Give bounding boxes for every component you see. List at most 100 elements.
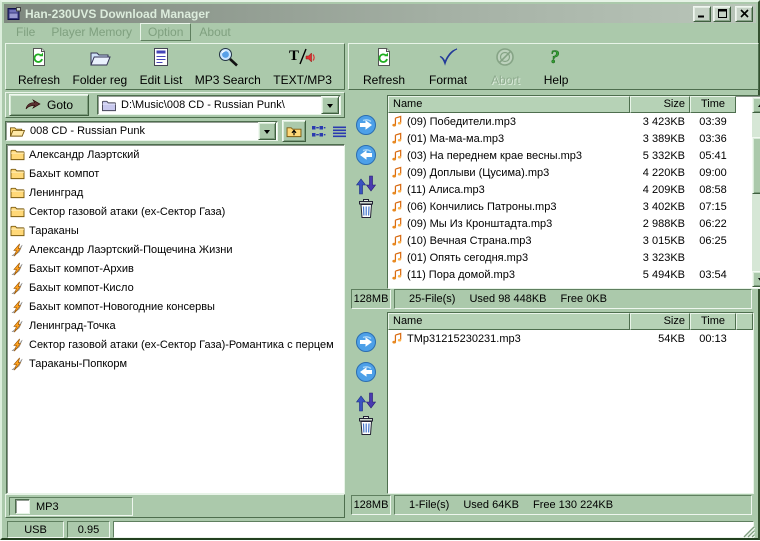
goto-icon: [25, 99, 41, 111]
column-name[interactable]: Name: [388, 313, 630, 330]
scrollbar[interactable]: [752, 97, 760, 287]
file-name: (11) Алиса.mp3: [407, 184, 485, 196]
column-size[interactable]: Size: [630, 96, 690, 113]
copy-from-device-button[interactable]: [351, 361, 381, 383]
scroll-thumb[interactable]: [752, 137, 760, 194]
column-time[interactable]: Time: [690, 96, 736, 113]
text-mp3-button[interactable]: T TEXT/MP3: [271, 45, 334, 88]
playlist-icon: [9, 319, 25, 333]
app-icon: [7, 7, 21, 21]
list-item[interactable]: Александр Лаэртский: [7, 145, 344, 164]
item-label: Бахыт компот-Архив: [29, 263, 134, 275]
table-row[interactable]: (10) Вечная Страна.mp33 015KB06:25: [388, 232, 753, 249]
table-row[interactable]: (11) Алиса.mp34 209KB08:58: [388, 181, 753, 198]
device-file-list-top[interactable]: Name Size Time (09) Победители.mp33 423K…: [387, 95, 760, 289]
delete-button[interactable]: [351, 415, 381, 436]
trash-icon: [357, 198, 375, 219]
column-name[interactable]: Name: [388, 96, 630, 113]
folder-dropdown-button[interactable]: [258, 122, 276, 140]
device-refresh-button[interactable]: Refresh: [361, 45, 407, 88]
file-name: (03) На переднем крае весны.mp3: [407, 150, 582, 162]
folder-icon: [9, 148, 25, 161]
table-row[interactable]: (01) Ма-ма-ма.mp33 389KB03:36: [388, 130, 753, 147]
move-up-down-buttons[interactable]: [351, 175, 381, 195]
close-button[interactable]: [735, 6, 753, 22]
scroll-down-button[interactable]: [752, 271, 760, 287]
close-icon: [740, 9, 749, 18]
copy-to-device-button[interactable]: [351, 331, 381, 353]
mp3-note-icon: [390, 268, 404, 282]
table-row[interactable]: (09) Победители.mp33 423KB03:39: [388, 113, 753, 130]
version-field: 0.95: [67, 521, 110, 538]
menu-player-memory[interactable]: Player Memory: [43, 23, 140, 41]
table-row[interactable]: (01) Опять сегодня.mp33 323KB: [388, 249, 753, 266]
list-item[interactable]: Сектор газовой атаки (ex-Сектор Газа)-Ро…: [7, 335, 344, 354]
mp3-search-button[interactable]: MP3 Search: [193, 45, 263, 88]
view-details-button[interactable]: [331, 122, 348, 140]
folder-combobox[interactable]: 008 CD - Russian Punk: [5, 121, 278, 141]
table-row[interactable]: (11) Пора домой.mp35 494KB03:54: [388, 266, 753, 283]
table-row[interactable]: (09) Мы Из Кронштадта.mp32 988KB06:22: [388, 215, 753, 232]
goto-button[interactable]: Goto: [9, 94, 89, 116]
table-row[interactable]: (09) Доплыви (Цусима).mp34 220KB09:00: [388, 164, 753, 181]
view-list-icon: [311, 125, 326, 138]
menu-option[interactable]: Option: [140, 23, 191, 41]
file-size-cell: 5 494KB: [630, 269, 690, 281]
mp3-checkbox[interactable]: [15, 499, 30, 514]
copy-to-device-button[interactable]: [351, 114, 381, 136]
file-name-cell: (10) Вечная Страна.mp3: [388, 234, 630, 248]
device-type-field: USB: [7, 521, 64, 538]
window-title: Han-230UVS Download Manager: [25, 7, 691, 21]
file-time-cell: 00:13: [690, 333, 736, 345]
help-button[interactable]: ? Help: [542, 45, 571, 88]
abort-button: Abort: [489, 45, 522, 88]
menu-file[interactable]: File: [8, 23, 43, 41]
column-size[interactable]: Size: [630, 313, 690, 330]
file-name: (09) Мы Из Кронштадта.mp3: [407, 218, 552, 230]
move-up-down-buttons[interactable]: [351, 392, 381, 412]
list-item[interactable]: Бахыт компот-Новогодние консервы: [7, 297, 344, 316]
list-item[interactable]: Ленинград-Точка: [7, 316, 344, 335]
minimize-button[interactable]: [693, 6, 711, 22]
list-item[interactable]: Бахыт компот-Кисло: [7, 278, 344, 297]
delete-button[interactable]: [351, 198, 381, 219]
path-dropdown-button[interactable]: [321, 96, 339, 114]
scroll-up-button[interactable]: [752, 97, 760, 113]
path-combobox[interactable]: D:\Music\008 CD - Russian Punk\: [97, 95, 341, 115]
playlist-icon: [9, 300, 25, 314]
table-row[interactable]: TMp31215230231.mp354KB00:13: [388, 330, 753, 347]
copy-from-device-button[interactable]: [351, 144, 381, 166]
playlist-icon: [9, 243, 25, 257]
refresh-button[interactable]: Refresh: [16, 45, 62, 88]
list-item[interactable]: Тараканы-Попкорм: [7, 354, 344, 373]
list-item[interactable]: Ленинград: [7, 183, 344, 202]
search-icon: [217, 46, 239, 67]
open-folder-icon: [9, 125, 26, 138]
toolbar-local: Refresh Folder reg Edit List MP3 Search …: [5, 43, 345, 90]
file-name-cell: (09) Доплыви (Цусима).mp3: [388, 166, 630, 180]
titlebar[interactable]: Han-230UVS Download Manager: [4, 4, 756, 23]
list-item[interactable]: Сектор газовой атаки (ex-Сектор Газа): [7, 202, 344, 221]
list-header: Name Size Time: [388, 313, 753, 330]
format-button[interactable]: Format: [427, 45, 469, 88]
maximize-button[interactable]: [713, 6, 731, 22]
file-size-cell: 3 389KB: [630, 133, 690, 145]
list-item[interactable]: Бахыт компот-Архив: [7, 259, 344, 278]
resize-grip[interactable]: [741, 524, 755, 538]
view-list-button[interactable]: [310, 122, 327, 140]
up-directory-button[interactable]: [282, 120, 306, 142]
table-row[interactable]: (03) На переднем крае весны.mp35 332KB05…: [388, 147, 753, 164]
list-item[interactable]: Тараканы: [7, 221, 344, 240]
folder-reg-button[interactable]: Folder reg: [70, 45, 129, 88]
column-time[interactable]: Time: [690, 313, 736, 330]
mp3-checkbox-label: MP3: [36, 501, 59, 513]
edit-list-button[interactable]: Edit List: [138, 45, 185, 88]
table-row[interactable]: (06) Кончились Патроны.mp33 402KB07:15: [388, 198, 753, 215]
item-label: Ленинград: [29, 187, 83, 199]
list-item[interactable]: Александр Лаэртский-Пощечина Жизни: [7, 240, 344, 259]
list-item[interactable]: Бахыт компот: [7, 164, 344, 183]
folder-list[interactable]: Александр ЛаэртскийБахыт компот Ленинград…: [6, 144, 345, 494]
device-file-list-bottom[interactable]: Name Size Time TMp31215230231.mp354KB00:…: [387, 312, 754, 494]
menubar: File Player Memory Option About: [4, 23, 756, 41]
menu-about[interactable]: About: [191, 23, 238, 41]
